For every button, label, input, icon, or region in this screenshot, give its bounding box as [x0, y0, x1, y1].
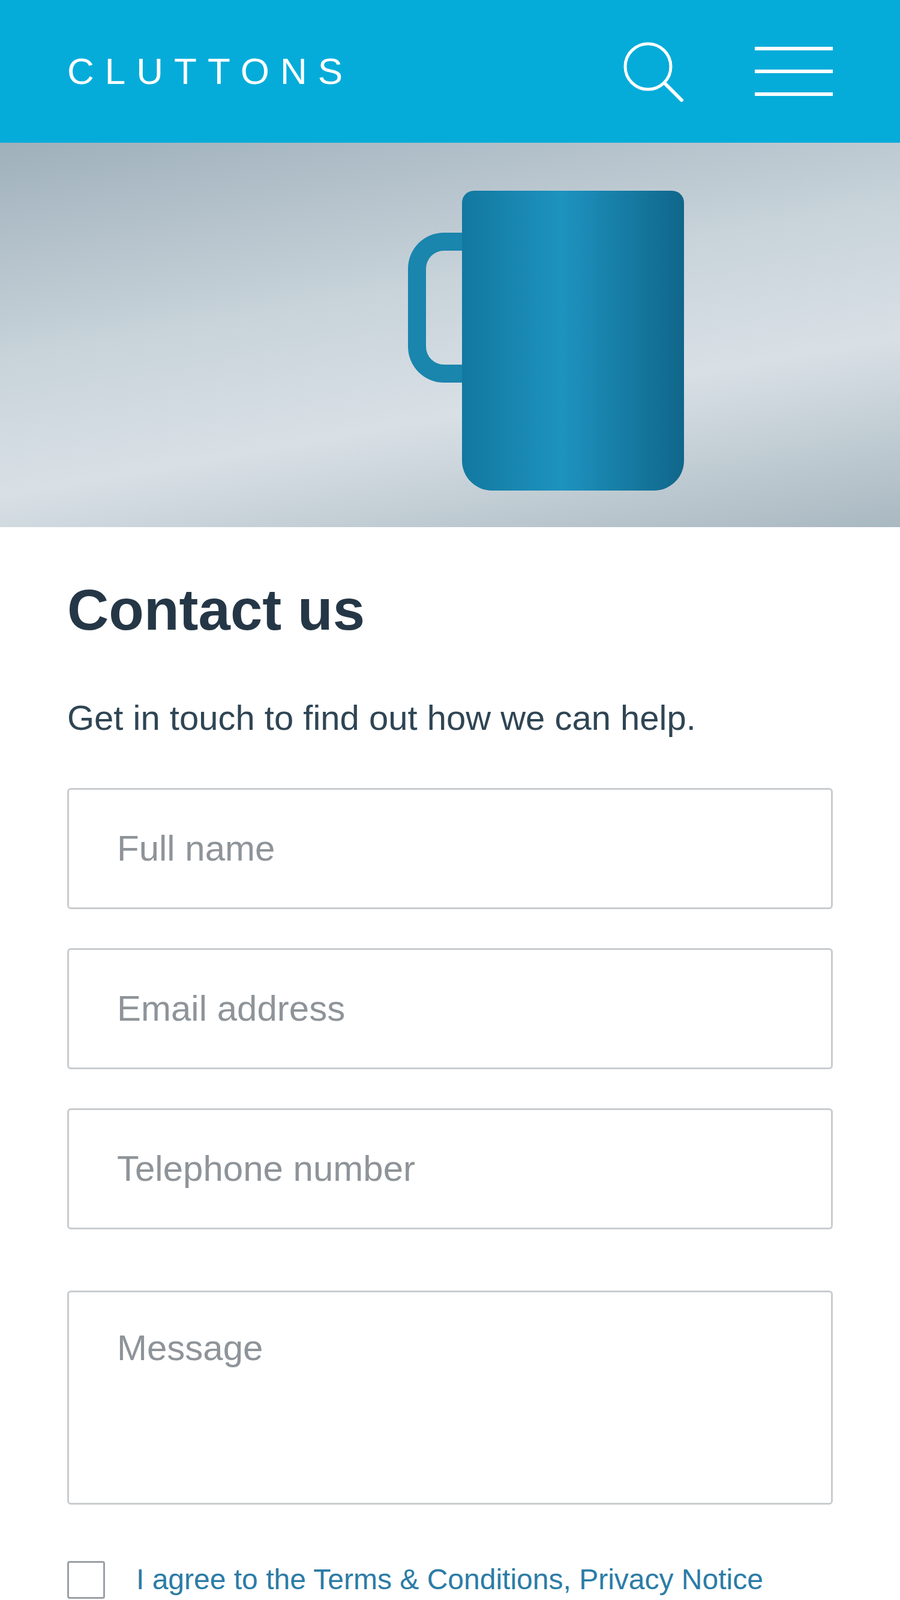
- consent-text: ,: [563, 1564, 580, 1596]
- text-field[interactable]: [67, 788, 833, 910]
- hero-photo: [0, 142, 900, 528]
- menu-icon[interactable]: [754, 46, 833, 97]
- search-icon[interactable]: [621, 40, 684, 103]
- consent-row: I agree to the Terms & Conditions, Priva…: [67, 1561, 833, 1600]
- logo[interactable]: CLUTTONS: [67, 52, 354, 90]
- message-field[interactable]: [67, 1291, 833, 1506]
- header-actions: [621, 40, 833, 103]
- text-field[interactable]: [67, 948, 833, 1070]
- contact-section: Contact us Get in touch to find out how w…: [0, 575, 900, 1600]
- site-header: CLUTTONS: [0, 0, 900, 143]
- subtitle: Get in touch to find out how we can help…: [67, 695, 833, 741]
- contact-form: I agree to the Terms & Conditions, Priva…: [67, 788, 833, 1600]
- text-field[interactable]: [67, 1108, 833, 1230]
- terms-link[interactable]: Privacy Notice: [579, 1564, 764, 1596]
- consent-text: I agree to the: [136, 1564, 314, 1596]
- consent-checkbox[interactable]: [67, 1561, 105, 1600]
- page-title: Contact us: [67, 575, 833, 645]
- terms-link[interactable]: Terms & Conditions: [313, 1564, 563, 1596]
- mug: [462, 190, 684, 491]
- consent-label: I agree to the Terms & Conditions, Priva…: [136, 1561, 764, 1599]
